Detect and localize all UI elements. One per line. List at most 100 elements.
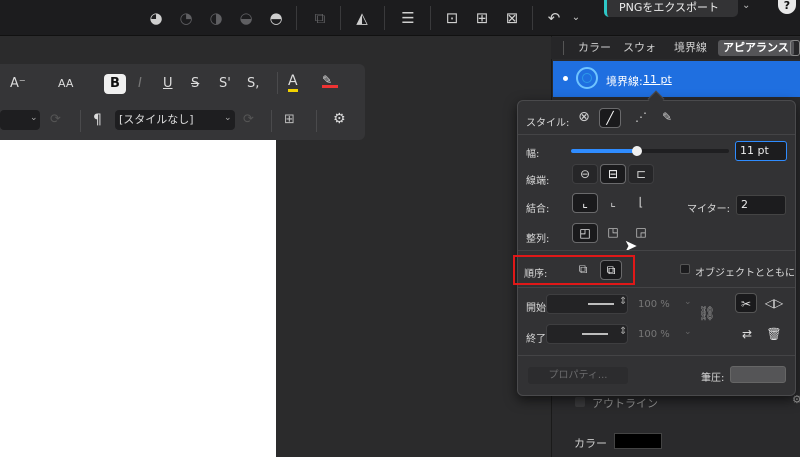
outline-checkbox[interactable] bbox=[575, 397, 585, 407]
boolean-divide-icon[interactable]: ◓ bbox=[266, 8, 286, 28]
round-join-icon[interactable]: ⌞ bbox=[600, 193, 626, 213]
top-toolbar: ◕ ◔ ◑ ◒ ◓ ⧉ ◭ ☰ ⊡ ⊞ ⊠ ↶ ⌄ PNGをエクスポート ⌄ ? bbox=[0, 0, 800, 36]
no-stroke-icon[interactable]: ⊗ bbox=[573, 108, 595, 128]
pressure-label: 筆圧: bbox=[701, 373, 725, 384]
start-arrow-select[interactable] bbox=[546, 294, 628, 314]
pilcrow-icon: ¶ bbox=[93, 112, 102, 128]
paragraph-style-select[interactable]: [スタイルなし] bbox=[115, 110, 235, 130]
tab-divider bbox=[563, 41, 564, 55]
chevron-down-icon[interactable]: ⌄ bbox=[30, 113, 38, 123]
highlight-color-icon[interactable]: ✎ bbox=[322, 74, 338, 88]
pressure-curve-field[interactable] bbox=[730, 366, 786, 383]
crop-icon[interactable]: ⊠ bbox=[502, 8, 522, 28]
miter-label: マイター: bbox=[687, 204, 730, 215]
arrange-icon[interactable]: ⧉ bbox=[310, 8, 330, 28]
with-object-checkbox[interactable] bbox=[680, 264, 690, 274]
tab-stroke[interactable]: 境界線 bbox=[674, 40, 707, 56]
brush-stroke-icon[interactable]: ✎ bbox=[656, 108, 678, 128]
chevron-updown-icon[interactable]: ⇕ bbox=[619, 326, 627, 337]
start-scale[interactable]: 100 % bbox=[638, 299, 670, 310]
boolean-add-icon[interactable]: ◕ bbox=[146, 8, 166, 28]
help-button[interactable]: ? bbox=[778, 0, 796, 14]
round-cap-icon[interactable]: ⊟ bbox=[600, 164, 626, 184]
toolbar-divider bbox=[80, 110, 81, 132]
bold-button[interactable]: B bbox=[104, 74, 126, 94]
strikethrough-button[interactable]: S bbox=[191, 76, 199, 91]
popover-divider bbox=[518, 250, 795, 251]
app-window: ◕ ◔ ◑ ◒ ◓ ⧉ ◭ ☰ ⊡ ⊞ ⊠ ↶ ⌄ PNGをエクスポート ⌄ ?… bbox=[0, 0, 800, 457]
transform-icon[interactable]: ⊞ bbox=[472, 8, 492, 28]
superscript-button[interactable]: S' bbox=[219, 76, 231, 91]
tab-swatches[interactable]: スウォ bbox=[623, 40, 656, 56]
popover-divider bbox=[518, 355, 795, 356]
bevel-join-icon[interactable]: ⌊ bbox=[628, 193, 654, 213]
chevron-down-icon[interactable]: ⌄ bbox=[684, 327, 692, 337]
color-swatch[interactable] bbox=[614, 433, 662, 449]
stroke-swatch-inner bbox=[582, 73, 592, 83]
boolean-xor-icon[interactable]: ◒ bbox=[236, 8, 256, 28]
miter-input[interactable]: 2 bbox=[736, 195, 786, 215]
refresh-style-icon[interactable]: ⟳ bbox=[50, 112, 61, 127]
align-inside-icon[interactable]: ◳ bbox=[600, 223, 626, 243]
trash-icon[interactable]: 🗑 bbox=[763, 324, 785, 344]
solid-line-icon[interactable]: ╱ bbox=[599, 108, 621, 128]
toolbar-divider bbox=[271, 110, 272, 132]
stroke-value-link[interactable]: 11 pt bbox=[643, 73, 672, 86]
align-icon[interactable]: ☰ bbox=[398, 8, 418, 28]
toolbar-divider bbox=[340, 6, 341, 30]
popover-divider bbox=[518, 287, 795, 288]
subscript-button[interactable]: S, bbox=[247, 76, 259, 91]
boolean-intersect-icon[interactable]: ◑ bbox=[206, 8, 226, 28]
grid-icon[interactable]: ⊞ bbox=[284, 112, 295, 127]
underline-button[interactable]: U bbox=[163, 76, 173, 91]
end-line-preview bbox=[582, 333, 608, 335]
flip-horizontal-icon[interactable]: ◭ bbox=[352, 8, 372, 28]
panel-menu-icon[interactable] bbox=[790, 40, 800, 56]
chevron-down-icon[interactable]: ⌄ bbox=[566, 8, 586, 28]
history-icon[interactable]: ↶ bbox=[544, 8, 564, 28]
with-object-label: オブジェクトとともに bbox=[695, 268, 795, 279]
tab-color[interactable]: カラー bbox=[578, 40, 611, 56]
export-options-chevron-icon[interactable]: ⌄ bbox=[742, 0, 750, 11]
decrease-font-size-button[interactable]: A⁻ bbox=[10, 76, 26, 91]
visibility-dot-icon[interactable] bbox=[563, 76, 568, 81]
settings-gear-icon[interactable]: ⚙ bbox=[333, 111, 346, 127]
stroke-label: 境界線: bbox=[606, 75, 643, 88]
chevron-updown-icon[interactable]: ⇕ bbox=[619, 296, 627, 307]
end-scale[interactable]: 100 % bbox=[638, 329, 670, 340]
properties-button[interactable]: プロパティ... bbox=[528, 367, 628, 384]
boolean-subtract-icon[interactable]: ◔ bbox=[176, 8, 196, 28]
tab-appearance[interactable]: アピアランス bbox=[718, 40, 794, 56]
dashed-line-icon[interactable]: ⋰ bbox=[630, 108, 652, 128]
chevron-down-icon[interactable]: ⌄ bbox=[224, 113, 232, 123]
toolbar-divider bbox=[384, 6, 385, 30]
chevron-down-icon[interactable]: ⌄ bbox=[684, 297, 692, 307]
butt-cap-icon[interactable]: ⊖ bbox=[572, 164, 598, 184]
width-input[interactable]: 11 pt bbox=[735, 141, 787, 161]
export-png-button[interactable]: PNGをエクスポート bbox=[604, 0, 738, 17]
swap-icon[interactable]: ⇄ bbox=[736, 324, 758, 344]
join-label: 結合: bbox=[526, 204, 550, 215]
align-label: 整列: bbox=[526, 234, 550, 245]
color-label: カラー bbox=[574, 437, 607, 450]
refresh-style-icon[interactable]: ⟳ bbox=[243, 112, 254, 127]
mouse-pointer-icon: ➤ bbox=[624, 236, 638, 255]
font-size-aa-button[interactable]: AA bbox=[58, 77, 73, 90]
toolbar-divider bbox=[316, 110, 317, 132]
miter-join-icon[interactable]: ⌞ bbox=[572, 193, 598, 213]
italic-button[interactable]: I bbox=[138, 76, 142, 91]
scissors-icon[interactable]: ✂ bbox=[735, 293, 757, 313]
width-slider-fill bbox=[571, 149, 638, 153]
snapping-icon[interactable]: ⊡ bbox=[442, 8, 462, 28]
arrow-end-icon[interactable]: ◁▷ bbox=[763, 293, 785, 313]
toolbar-divider bbox=[532, 6, 533, 30]
start-line-preview bbox=[588, 303, 614, 305]
toolbar-divider bbox=[277, 72, 278, 94]
canvas-page[interactable] bbox=[0, 140, 276, 457]
text-color-icon[interactable]: A bbox=[288, 73, 298, 92]
style-label: スタイル: bbox=[526, 118, 570, 129]
align-center-icon[interactable]: ◰ bbox=[572, 223, 598, 243]
link-chain-icon[interactable]: ⛓ bbox=[698, 306, 716, 322]
square-cap-icon[interactable]: ⊏ bbox=[628, 164, 654, 184]
toolbar-divider bbox=[296, 6, 297, 30]
